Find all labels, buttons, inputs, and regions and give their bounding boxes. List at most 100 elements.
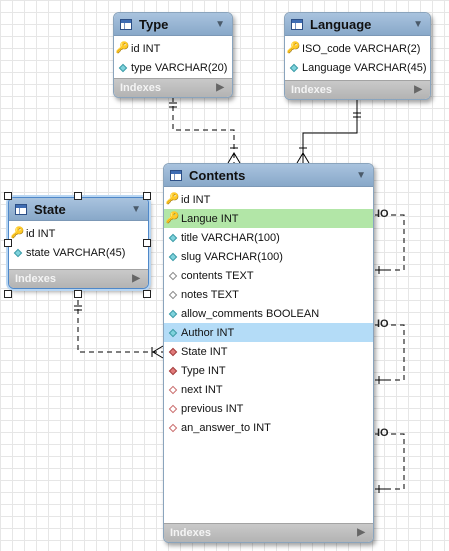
column-name: notes TEXT: [181, 288, 239, 301]
column-diamond-icon: [168, 251, 177, 262]
relationship-optional-marker: IO: [377, 318, 389, 330]
column-row[interactable]: State INT: [164, 342, 373, 361]
column-row[interactable]: contents TEXT: [164, 266, 373, 285]
relationship-optional-marker: IO: [377, 208, 389, 220]
column-row[interactable]: 🔑 id INT: [9, 224, 148, 243]
table-contents[interactable]: Contents ▼ 🔑 id INT 🔑 Langue INT title V…: [163, 163, 374, 543]
table-language[interactable]: Language ▼ 🔑 ISO_code VARCHAR(2) Languag…: [284, 12, 431, 100]
table-state[interactable]: State ▼ 🔑 id INT state VARCHAR(45) Index…: [8, 197, 149, 289]
column-name: State INT: [181, 345, 228, 358]
column-row[interactable]: title VARCHAR(100): [164, 228, 373, 247]
expand-arrow-icon[interactable]: ▶: [216, 82, 224, 93]
table-header[interactable]: Type ▼: [114, 13, 232, 36]
table-icon: [170, 169, 182, 181]
column-diamond-icon: [168, 232, 177, 243]
collapse-triangle-icon[interactable]: ▼: [131, 204, 141, 215]
resize-handle[interactable]: [143, 239, 151, 247]
indexes-section[interactable]: Indexes ▶: [114, 78, 232, 97]
nullable-foreign-key-icon: [168, 384, 177, 395]
column-name: slug VARCHAR(100): [181, 250, 283, 263]
column-diamond-icon: [118, 62, 127, 73]
expand-arrow-icon[interactable]: ▶: [132, 273, 140, 284]
table-header[interactable]: Language ▼: [285, 13, 430, 36]
self-relationship-3: [375, 433, 405, 493]
column-name: ISO_code VARCHAR(2): [302, 42, 421, 55]
self-relationship-2: [375, 324, 405, 384]
resize-handle[interactable]: [4, 290, 12, 298]
column-row[interactable]: next INT: [164, 380, 373, 399]
nullable-foreign-key-icon: [168, 422, 177, 433]
table-header[interactable]: Contents ▼: [164, 164, 373, 187]
column-name: id INT: [181, 193, 211, 206]
resize-handle[interactable]: [74, 290, 82, 298]
column-row[interactable]: an_answer_to INT: [164, 418, 373, 437]
table-type[interactable]: Type ▼ 🔑 id INT type VARCHAR(20) Indexes…: [113, 12, 233, 98]
indexes-label: Indexes: [120, 82, 161, 94]
type-contents-relationship: [169, 97, 241, 164]
indexes-section[interactable]: Indexes ▶: [9, 269, 148, 288]
table-icon: [120, 18, 132, 30]
column-diamond-icon: [289, 62, 298, 73]
expand-arrow-icon[interactable]: ▶: [357, 527, 365, 538]
column-row[interactable]: 🔑 id INT: [114, 39, 232, 58]
column-name: contents TEXT: [181, 269, 254, 282]
indexes-section[interactable]: Indexes ▶: [164, 523, 373, 542]
column-name: Language VARCHAR(45): [302, 61, 427, 74]
nullable-foreign-key-icon: [168, 403, 177, 414]
resize-handle[interactable]: [4, 192, 12, 200]
column-row-highlighted[interactable]: Author INT: [164, 323, 373, 342]
language-contents-relationship: [296, 99, 361, 164]
foreign-key-icon: [168, 365, 177, 376]
table-icon: [291, 18, 303, 30]
column-row-highlighted[interactable]: 🔑 Langue INT: [164, 209, 373, 228]
expand-arrow-icon[interactable]: ▶: [414, 84, 422, 95]
column-row[interactable]: Type INT: [164, 361, 373, 380]
collapse-triangle-icon[interactable]: ▼: [215, 19, 225, 30]
table-header[interactable]: State ▼: [9, 198, 148, 221]
column-row[interactable]: previous INT: [164, 399, 373, 418]
column-name: id INT: [26, 227, 56, 240]
column-row[interactable]: 🔑 ISO_code VARCHAR(2): [285, 39, 430, 58]
indexes-label: Indexes: [291, 84, 332, 96]
primary-key-icon: 🔑: [286, 42, 301, 54]
column-row[interactable]: Language VARCHAR(45): [285, 58, 430, 77]
table-title: State: [34, 201, 66, 217]
column-name: type VARCHAR(20): [131, 61, 228, 74]
collapse-triangle-icon[interactable]: ▼: [413, 19, 423, 30]
column-diamond-icon: [168, 327, 177, 338]
column-diamond-icon: [13, 247, 22, 258]
resize-handle[interactable]: [4, 239, 12, 247]
column-row[interactable]: slug VARCHAR(100): [164, 247, 373, 266]
indexes-label: Indexes: [170, 527, 211, 539]
column-name: Langue INT: [181, 212, 239, 225]
column-row[interactable]: notes TEXT: [164, 285, 373, 304]
resize-handle[interactable]: [143, 192, 151, 200]
column-name: Author INT: [181, 326, 235, 339]
table-icon: [15, 203, 27, 215]
column-name: an_answer_to INT: [181, 421, 271, 434]
relationship-optional-marker: IO: [377, 427, 389, 439]
resize-handle[interactable]: [74, 192, 82, 200]
column-row[interactable]: 🔑 id INT: [164, 190, 373, 209]
column-name: next INT: [181, 383, 223, 396]
table-title: Type: [139, 16, 169, 32]
column-row[interactable]: state VARCHAR(45): [9, 243, 148, 262]
indexes-label: Indexes: [15, 273, 56, 285]
column-name: id INT: [131, 42, 161, 55]
indexes-section[interactable]: Indexes ▶: [285, 80, 430, 99]
column-name: state VARCHAR(45): [26, 246, 126, 259]
primary-key-icon: 🔑: [165, 193, 180, 205]
primary-key-icon: 🔑: [165, 212, 180, 224]
collapse-triangle-icon[interactable]: ▼: [356, 170, 366, 181]
resize-handle[interactable]: [143, 290, 151, 298]
table-title: Language: [310, 16, 372, 32]
column-diamond-icon: [168, 308, 177, 319]
nullable-column-icon: [168, 270, 177, 281]
primary-key-icon: 🔑: [10, 227, 25, 239]
foreign-key-icon: [168, 346, 177, 357]
primary-key-icon: 🔑: [115, 42, 130, 54]
column-row[interactable]: type VARCHAR(20): [114, 58, 232, 77]
column-row[interactable]: allow_comments BOOLEAN: [164, 304, 373, 323]
column-name: previous INT: [181, 402, 244, 415]
table-title: Contents: [189, 167, 246, 183]
